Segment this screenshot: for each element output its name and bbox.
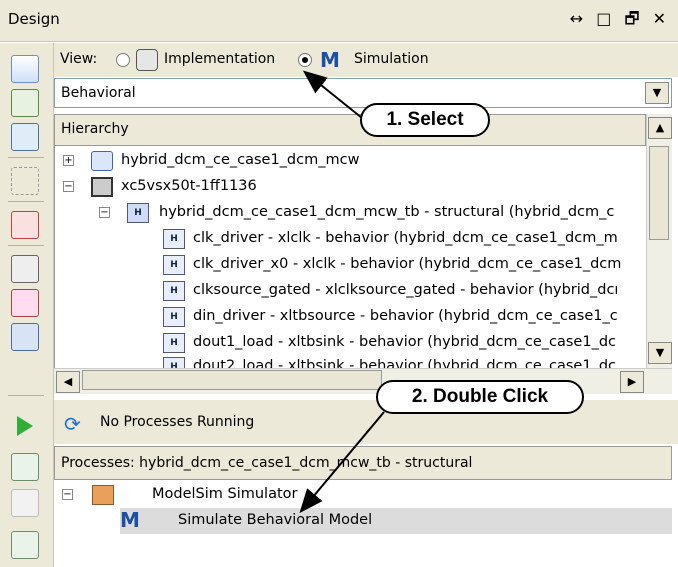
vhdl-file-icon: H — [163, 357, 185, 368]
processes-header: Processes: hybrid_dcm_ce_case1_dcm_mcw_t… — [54, 446, 672, 480]
tree-row-label: dout1_load - xltbsink - behavior (hybrid… — [193, 334, 616, 350]
tree-row[interactable]: H clksource_gated - xlclksource_gated - … — [55, 278, 646, 304]
processes-tree[interactable]: − ModelSim Simulator M Simulate Behavior… — [54, 480, 672, 567]
new-source-icon[interactable] — [11, 55, 39, 83]
scroll-up-icon[interactable]: ▲ — [648, 117, 672, 139]
tree-row-label: clksource_gated - xlclksource_gated - be… — [193, 282, 619, 298]
vhdl-file-icon: H — [163, 255, 185, 275]
implementation-label: Implementation — [164, 51, 276, 67]
tool-icon — [92, 485, 114, 505]
tree-row-label: xc5vsx50t-1ff1136 — [121, 178, 257, 194]
view-icon[interactable] — [11, 255, 39, 283]
close-icon[interactable]: ✕ — [653, 9, 670, 28]
hierarchy-title: Hierarchy — [61, 121, 129, 137]
simulation-radio[interactable] — [298, 53, 312, 67]
project-icon — [91, 151, 113, 171]
combo-value: Behavioral — [61, 85, 136, 101]
tree-row[interactable]: H dout2_load - xltbsink - behavior (hybr… — [55, 354, 646, 368]
simulation-label: Simulation — [354, 51, 429, 67]
tree-row[interactable]: H clk_driver_x0 - xlclk - behavior (hybr… — [55, 252, 646, 278]
modelsim-icon: M — [120, 508, 140, 532]
modelsim-icon: M — [320, 48, 340, 72]
tree-row[interactable]: H dout1_load - xltbsink - behavior (hybr… — [55, 330, 646, 356]
run-icon[interactable] — [11, 413, 37, 439]
scroll-right-icon[interactable]: ▶ — [620, 371, 644, 393]
expand-icon[interactable]: + — [63, 155, 74, 166]
process-item-label: Simulate Behavioral Model — [178, 512, 373, 528]
collapse-icon[interactable]: − — [99, 207, 110, 218]
process-row[interactable]: − ModelSim Simulator — [54, 482, 672, 508]
float-icon[interactable]: ↔ — [570, 9, 587, 28]
view-row: View: Implementation M Simulation — [54, 43, 678, 77]
tree-row[interactable]: − xc5vsx50t-1ff1136 — [55, 174, 646, 200]
refresh-icon[interactable]: ⟳ — [64, 412, 81, 436]
vhdl-file-icon: H — [163, 307, 185, 327]
process-icon[interactable] — [11, 453, 39, 481]
window-icon[interactable] — [11, 323, 39, 351]
tree-row-label: dout2_load - xltbsink - behavior (hybrid… — [193, 358, 616, 368]
process-disabled-icon — [11, 489, 39, 517]
tree-row[interactable]: + hybrid_dcm_ce_case1_dcm_mcw — [55, 148, 646, 174]
tree-row-label: clk_driver - xlclk - behavior (hybrid_dc… — [193, 230, 618, 246]
vhdl-file-icon: H — [127, 203, 149, 223]
window-controls: ↔ □ 🗗 ✕ — [570, 8, 670, 35]
process-2-icon[interactable] — [11, 531, 39, 559]
source-type-combo[interactable]: Behavioral ▼ — [54, 78, 672, 108]
status-text: No Processes Running — [100, 414, 255, 430]
collapse-icon[interactable]: − — [62, 489, 73, 500]
remove-icon[interactable] — [11, 211, 39, 239]
tree-row-label: hybrid_dcm_ce_case1_dcm_mcw_tb - structu… — [159, 204, 615, 220]
callout-select: 1. Select — [360, 103, 490, 137]
hierarchy-icon[interactable] — [11, 167, 39, 195]
restore-icon[interactable]: 🗗 — [624, 9, 643, 28]
chevron-down-icon[interactable]: ▼ — [645, 82, 669, 104]
process-tool-label: ModelSim Simulator — [152, 486, 298, 502]
process-row-selected[interactable]: M Simulate Behavioral Model — [120, 508, 672, 534]
check-icon[interactable] — [11, 289, 39, 317]
implementation-icon — [136, 49, 158, 71]
scroll-down-icon[interactable]: ▼ — [648, 342, 672, 364]
tree-row-label: hybrid_dcm_ce_case1_dcm_mcw — [121, 152, 360, 168]
vertical-scroll-thumb[interactable] — [649, 146, 669, 240]
vhdl-file-icon: H — [163, 229, 185, 249]
status-row: ⟳ No Processes Running — [54, 400, 678, 444]
panel-title: Design — [8, 10, 60, 28]
chip-icon — [91, 177, 113, 197]
callout-double-click: 2. Double Click — [376, 380, 584, 414]
vhdl-file-icon: H — [163, 333, 185, 353]
tree-row-label: din_driver - xltbsource - behavior (hybr… — [193, 308, 618, 324]
processes-title: Processes: hybrid_dcm_ce_case1_dcm_mcw_t… — [61, 455, 473, 471]
add-copy-icon[interactable] — [11, 123, 39, 151]
hierarchy-tree[interactable]: + hybrid_dcm_ce_case1_dcm_mcw − xc5vsx50… — [54, 146, 646, 368]
view-label: View: — [60, 51, 98, 67]
vhdl-file-icon: H — [163, 281, 185, 301]
collapse-icon[interactable]: − — [63, 181, 74, 192]
panel-titlebar: Design ↔ □ 🗗 ✕ — [0, 0, 678, 42]
tree-row-label: clk_driver_x0 - xlclk - behavior (hybrid… — [193, 256, 622, 272]
implementation-radio[interactable] — [116, 53, 130, 67]
scroll-left-icon[interactable]: ◀ — [56, 371, 80, 393]
hierarchy-header: Hierarchy — [54, 114, 646, 146]
add-source-icon[interactable] — [11, 89, 39, 117]
horizontal-scroll-thumb[interactable] — [82, 370, 382, 390]
tree-row[interactable]: H din_driver - xltbsource - behavior (hy… — [55, 304, 646, 330]
tree-row[interactable]: H clk_driver - xlclk - behavior (hybrid_… — [55, 226, 646, 252]
maximize-icon[interactable]: □ — [596, 9, 615, 28]
tree-row[interactable]: − H hybrid_dcm_ce_case1_dcm_mcw_tb - str… — [55, 200, 646, 226]
left-toolbar — [0, 43, 54, 567]
